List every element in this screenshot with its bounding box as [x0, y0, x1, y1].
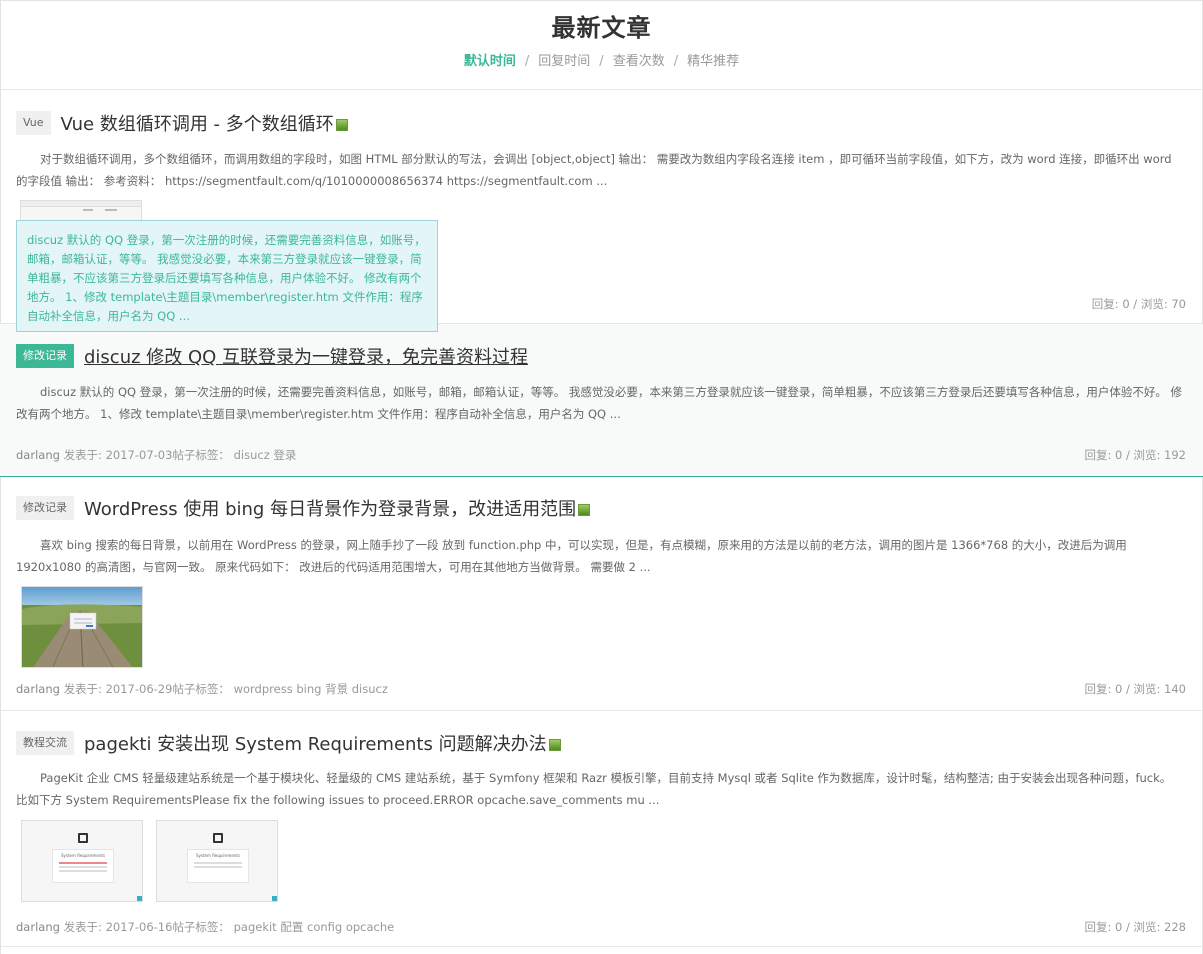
image-icon: [578, 504, 591, 516]
post-stats: 回复: 0 / 浏览: 140: [1084, 682, 1186, 696]
post-meta: darlang 发表于: 2017-07-03帖子标签： disucz 登录: [16, 447, 296, 463]
section-header: 最新文章 默认时间 / 回复时间 / 查看次数 / 精华推荐: [0, 0, 1203, 90]
post-excerpt: 对于数组循环调用，多个数组循环，而调用数组的字段时，如图 HTML 部分默认的写…: [16, 152, 1172, 188]
post-date: 2017-06-16: [105, 920, 173, 934]
post-meta: darlang 发表于: 2017-06-29帖子标签： wordpress b…: [16, 681, 388, 697]
excerpt-tooltip: discuz 默认的 QQ 登录，第一次注册的时候，还需要完善资料信息，如账号，…: [16, 220, 438, 332]
post-stats: 回复: 0 / 浏览: 70: [1091, 297, 1186, 311]
post-thumbnail[interactable]: [21, 586, 143, 668]
post-tag-list[interactable]: pagekit 配置 config opcache: [234, 920, 395, 934]
image-icon: [548, 739, 561, 751]
post-meta: darlang 发表于: 2017-06-16帖子标签： pagekit 配置 …: [16, 919, 394, 935]
divider: [0, 710, 1203, 711]
tags-label: 帖子标签：: [172, 682, 230, 696]
sort-tabs: 默认时间 / 回复时间 / 查看次数 / 精华推荐: [0, 50, 1203, 69]
post-category-tag[interactable]: 修改记录: [16, 496, 74, 520]
page-title: 最新文章: [551, 14, 652, 42]
sort-tab-default-time[interactable]: 默认时间: [464, 50, 516, 69]
post-category-tag[interactable]: 修改记录: [16, 344, 74, 368]
separator: /: [673, 54, 679, 69]
boardwalk-image: [22, 587, 142, 667]
separator: /: [599, 54, 604, 69]
post-title-link[interactable]: pagekti 安装出现 System Requirements 问题解决办法: [84, 730, 547, 756]
requirements-heading: System Requirements: [61, 853, 105, 858]
post-title-link[interactable]: WordPress 使用 bing 每日背景作为登录背景，改进适用范围: [84, 495, 576, 521]
post-category-tag[interactable]: Vue: [16, 111, 51, 135]
post-tag-list[interactable]: disucz 登录: [234, 448, 297, 462]
author-name[interactable]: darlang: [16, 920, 60, 934]
requirements-card: System Requirements: [187, 849, 249, 883]
posted-label: 发表于:: [63, 682, 102, 696]
post-thumbnail[interactable]: System Requirements: [21, 820, 143, 902]
post-excerpt: 喜欢 bing 搜索的每日背景，以前用在 WordPress 的登录，网上随手抄…: [16, 538, 1127, 574]
pagekit-logo-icon: [78, 833, 88, 843]
post-stats: 回复: 0 / 浏览: 192: [1084, 448, 1186, 462]
post-tag-list[interactable]: wordpress bing 背景 disucz: [234, 682, 388, 696]
post-category-tag[interactable]: 教程交流: [16, 731, 74, 755]
post-excerpt: PageKit 企业 CMS 轻量级建站系统是一个基于模块化、轻量级的 CMS …: [16, 771, 1172, 807]
sort-tab-view-count[interactable]: 查看次数: [613, 50, 665, 69]
separator: /: [524, 54, 530, 69]
pagekit-logo-icon: [213, 833, 223, 843]
post-header: 教程交流 pagekti 安装出现 System Requirements 问题…: [16, 730, 561, 756]
post-stats: 回复: 0 / 浏览: 228: [1084, 920, 1186, 934]
post-header: Vue Vue 数组循环调用 - 多个数组循环: [16, 110, 348, 136]
tags-label: 帖子标签：: [172, 920, 230, 934]
post-thumbnail[interactable]: System Requirements: [156, 820, 278, 902]
tags-label: 帖子标签：: [172, 448, 230, 462]
image-icon: [335, 119, 348, 131]
requirements-heading: System Requirements: [196, 853, 240, 858]
post-date: 2017-07-03: [105, 448, 173, 462]
author-name[interactable]: darlang: [16, 682, 60, 696]
author-name[interactable]: darlang: [16, 448, 60, 462]
post-excerpt: discuz 默认的 QQ 登录，第一次注册的时候，还需要完善资料信息，如账号，…: [16, 385, 1183, 421]
post-title-link[interactable]: discuz 修改 QQ 互联登录为一键登录，免完善资料过程: [84, 343, 528, 369]
posted-label: 发表于:: [63, 448, 102, 462]
sort-tab-reply-time[interactable]: 回复时间: [538, 50, 590, 69]
post-header: 修改记录 discuz 修改 QQ 互联登录为一键登录，免完善资料过程: [16, 343, 528, 369]
post-date: 2017-06-29: [105, 682, 173, 696]
post-header: 修改记录 WordPress 使用 bing 每日背景作为登录背景，改进适用范围: [16, 495, 591, 521]
divider: [0, 946, 1203, 947]
requirements-card: System Requirements: [52, 849, 114, 883]
posted-label: 发表于:: [63, 920, 102, 934]
sort-tab-featured[interactable]: 精华推荐: [687, 50, 739, 69]
post-title-link[interactable]: Vue 数组循环调用 - 多个数组循环: [61, 110, 334, 136]
